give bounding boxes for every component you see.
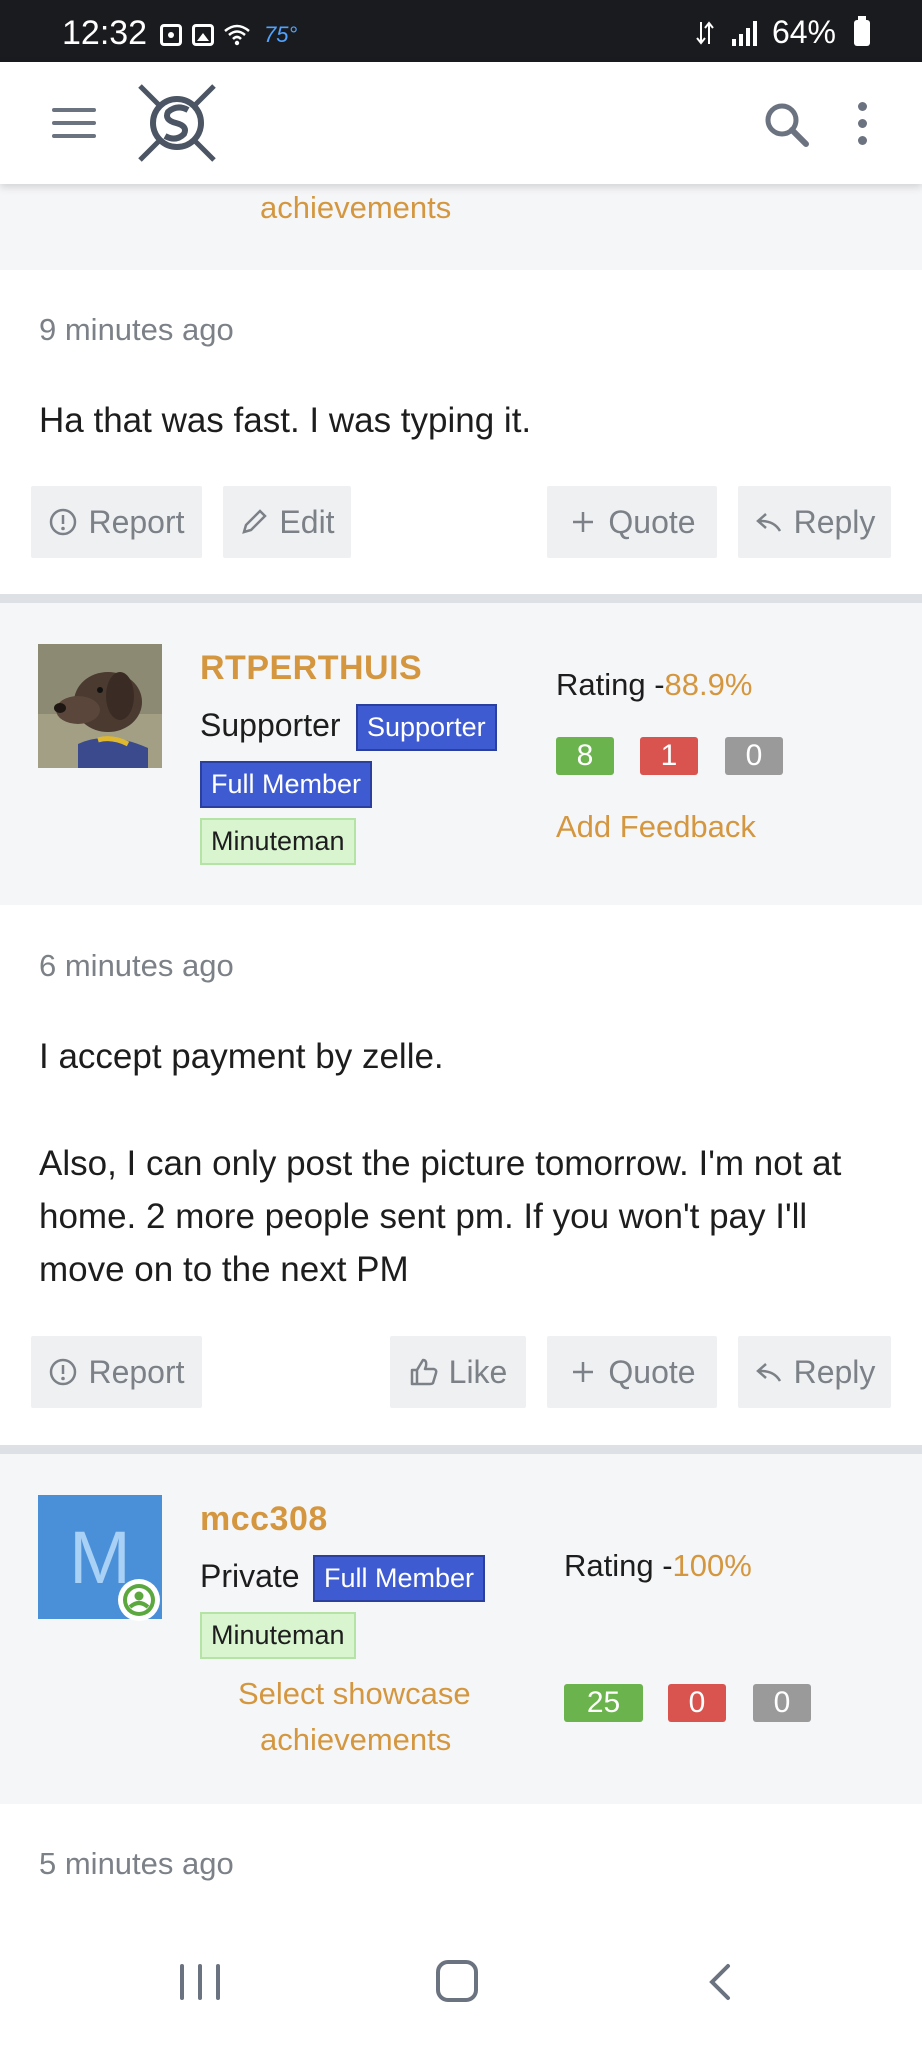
user-title: Supporter bbox=[200, 707, 341, 743]
home-icon[interactable] bbox=[436, 1960, 478, 2002]
rating: Rating -100% bbox=[564, 1548, 752, 1584]
battery-percent: 64% bbox=[771, 14, 836, 50]
gallery-icon bbox=[192, 24, 214, 46]
back-icon[interactable] bbox=[704, 1962, 734, 2002]
user-block-rtperthuis: RTPERTHUIS Supporter Supporter Full Memb… bbox=[0, 603, 922, 905]
neutral-count: 0 bbox=[725, 737, 783, 775]
positive-count: 25 bbox=[564, 1684, 643, 1722]
user-block-mcc308: M mcc308 Private Full Member Minuteman S… bbox=[0, 1454, 922, 1804]
quote-label: Quote bbox=[608, 1353, 696, 1390]
username[interactable]: RTPERTHUIS bbox=[200, 649, 422, 688]
add-feedback-link[interactable]: Add Feedback bbox=[556, 809, 756, 845]
positive-count: 8 bbox=[556, 737, 614, 775]
negative-count: 0 bbox=[668, 1684, 726, 1722]
badge-supporter: Supporter bbox=[356, 704, 497, 751]
notification-icon bbox=[160, 24, 182, 46]
wifi-icon bbox=[224, 24, 250, 46]
post-timestamp[interactable]: 5 minutes ago bbox=[39, 1846, 234, 1882]
data-transfer-icon bbox=[696, 20, 714, 45]
edit-button[interactable]: Edit bbox=[223, 486, 351, 558]
report-button[interactable]: Report bbox=[31, 1336, 202, 1408]
avatar[interactable]: M bbox=[38, 1495, 162, 1621]
like-button[interactable]: Like bbox=[390, 1336, 526, 1408]
quote-button[interactable]: Quote bbox=[547, 1336, 717, 1408]
badge-full-member: Full Member bbox=[313, 1555, 486, 1602]
post-divider bbox=[0, 594, 922, 603]
negative-count: 1 bbox=[640, 737, 698, 775]
status-time: 12:32 bbox=[62, 14, 148, 52]
badge-full-member: Full Member bbox=[200, 761, 373, 808]
status-bar: 12:32 75° 64% bbox=[0, 0, 922, 62]
avatar[interactable] bbox=[38, 644, 162, 768]
reply-icon bbox=[755, 1363, 781, 1382]
showcase-link-line2[interactable]: achievements bbox=[260, 1722, 451, 1758]
hamburger-icon[interactable] bbox=[52, 108, 96, 138]
rating-value: 88.9% bbox=[664, 667, 753, 702]
rating-value: 100% bbox=[672, 1548, 752, 1583]
post-timestamp[interactable]: 9 minutes ago bbox=[39, 312, 234, 348]
online-status-icon bbox=[118, 1579, 160, 1621]
rating: Rating -88.9% bbox=[556, 667, 752, 703]
thumbs-up-icon bbox=[410, 1358, 438, 1386]
rating-label: Rating - bbox=[564, 1548, 673, 1583]
like-label: Like bbox=[448, 1353, 508, 1390]
reply-label: Reply bbox=[793, 1353, 876, 1390]
search-icon[interactable] bbox=[762, 100, 810, 148]
signal-icon bbox=[731, 20, 757, 46]
username[interactable]: mcc308 bbox=[200, 1500, 328, 1539]
badge-minuteman: Minuteman bbox=[200, 818, 356, 865]
post-body-line2: Also, I can only post the picture tomorr… bbox=[39, 1144, 842, 1289]
showcase-link-line1[interactable]: Select showcase bbox=[238, 1676, 471, 1712]
reply-button[interactable]: Reply bbox=[738, 486, 891, 558]
report-icon bbox=[50, 1358, 77, 1386]
user-title: Private bbox=[200, 1558, 300, 1594]
rating-label: Rating - bbox=[556, 667, 665, 702]
report-label: Report bbox=[88, 503, 185, 540]
neutral-count: 0 bbox=[753, 1684, 811, 1722]
report-icon bbox=[50, 508, 77, 536]
reply-button[interactable]: Reply bbox=[738, 1336, 891, 1408]
site-logo[interactable] bbox=[134, 80, 220, 166]
plus-icon bbox=[573, 1362, 594, 1382]
prev-user-block: achievements bbox=[0, 184, 922, 270]
report-button[interactable]: Report bbox=[31, 486, 202, 558]
pencil-icon bbox=[242, 509, 268, 534]
recents-icon[interactable] bbox=[180, 1964, 220, 2000]
report-label: Report bbox=[88, 1353, 185, 1390]
status-icons-right: 64% bbox=[694, 14, 870, 51]
system-nav-bar bbox=[0, 1910, 922, 2048]
plus-icon bbox=[573, 512, 594, 532]
post-timestamp[interactable]: 6 minutes ago bbox=[39, 948, 234, 984]
status-temperature: 75° bbox=[264, 22, 298, 47]
quote-label: Quote bbox=[608, 503, 696, 540]
more-vertical-icon[interactable] bbox=[858, 102, 870, 146]
app-bar bbox=[0, 62, 922, 184]
reply-icon bbox=[755, 513, 781, 532]
badge-minuteman: Minuteman bbox=[200, 1612, 356, 1659]
showcase-achievements-link[interactable]: achievements bbox=[260, 190, 451, 226]
edit-label: Edit bbox=[279, 503, 335, 540]
battery-icon bbox=[854, 15, 870, 46]
reply-label: Reply bbox=[793, 503, 876, 540]
status-icons-left: 75° bbox=[160, 22, 297, 48]
quote-button[interactable]: Quote bbox=[547, 486, 717, 558]
post-body-line1: I accept payment by zelle. bbox=[39, 1037, 444, 1076]
post-divider bbox=[0, 1445, 922, 1454]
dog-avatar-image bbox=[38, 644, 162, 768]
post-body: Ha that was fast. I was typing it. bbox=[39, 401, 532, 440]
